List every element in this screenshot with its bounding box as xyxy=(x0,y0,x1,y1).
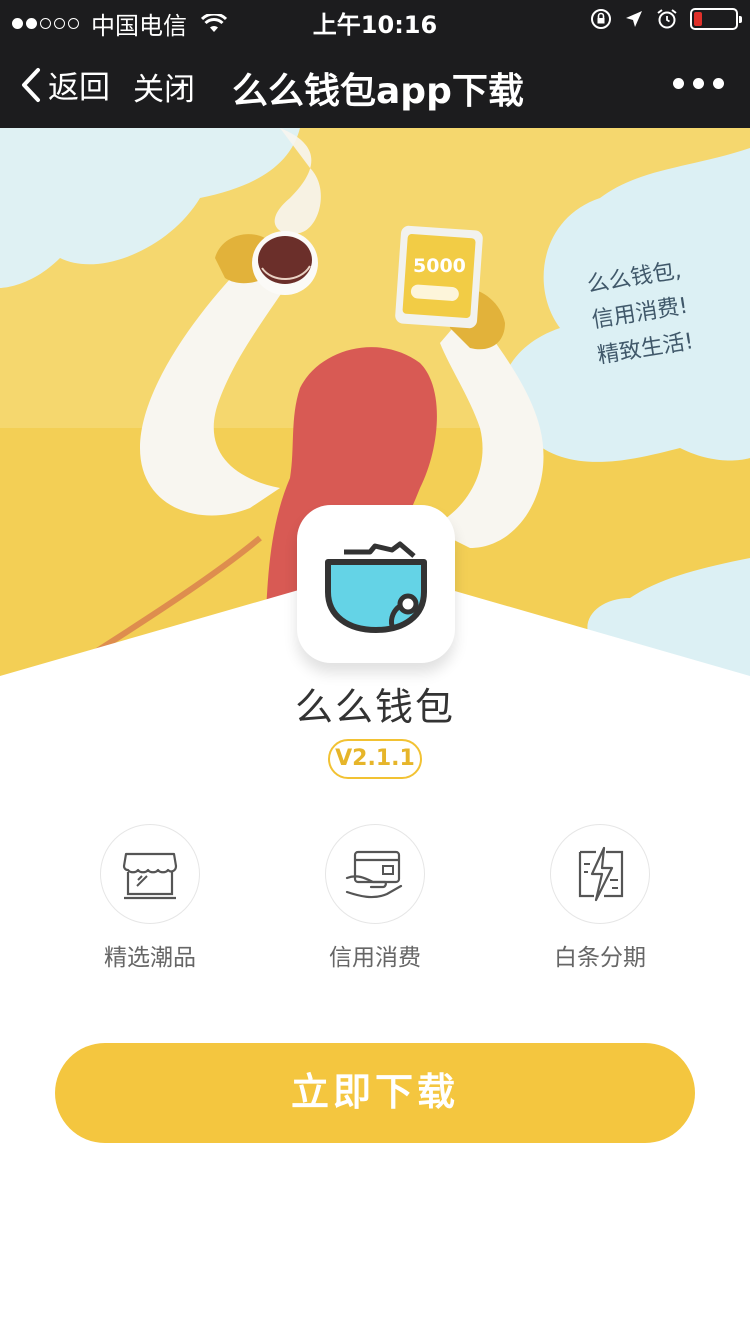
back-button[interactable]: 返回 xyxy=(20,62,110,107)
nav-bar: 返回 关闭 么么钱包app下载 xyxy=(0,40,750,128)
battery-icon xyxy=(690,8,742,30)
chevron-left-icon xyxy=(22,67,40,102)
feature-circle xyxy=(100,824,200,924)
feature-circle xyxy=(325,824,425,924)
lightning-bill-icon xyxy=(578,846,624,902)
feature-credit-consumption: 信用消费 xyxy=(285,824,465,972)
wallet-icon xyxy=(325,541,427,633)
feature-label: 精选潮品 xyxy=(104,945,196,971)
alarm-icon xyxy=(657,9,677,29)
version-badge: V2.1.1 xyxy=(328,739,422,779)
app-name: 么么钱包 xyxy=(294,685,455,729)
feature-label: 白条分期 xyxy=(554,945,646,971)
more-dots-icon[interactable] xyxy=(673,78,724,89)
feature-installment: 白条分期 xyxy=(510,824,690,972)
feature-selected-products: 精选潮品 xyxy=(60,824,240,972)
back-label: 返回 xyxy=(48,70,110,106)
feature-circle xyxy=(550,824,650,924)
status-bar: 中国电信 上午10:16 xyxy=(0,0,750,40)
hero-slogan: 么么钱包, 信用消费! 精致生活! xyxy=(562,250,717,379)
location-arrow-icon xyxy=(626,11,642,27)
feature-label: 信用消费 xyxy=(329,945,421,971)
download-button[interactable]: 立即下载 xyxy=(55,1043,695,1143)
close-button[interactable]: 关闭 xyxy=(133,64,195,109)
page-title: 么么钱包app下载 xyxy=(232,71,524,112)
phone-amount: 5000 xyxy=(413,255,466,277)
rotation-lock-icon xyxy=(591,9,611,29)
app-icon xyxy=(297,505,455,663)
store-icon xyxy=(122,852,178,900)
card-hand-icon xyxy=(345,850,403,899)
